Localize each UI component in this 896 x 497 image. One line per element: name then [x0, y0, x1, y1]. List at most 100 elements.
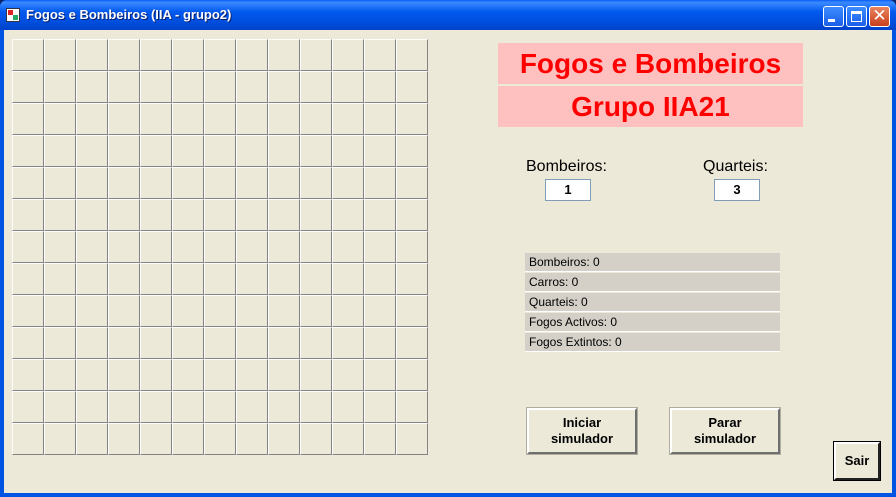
grid-cell[interactable] [140, 103, 172, 135]
grid-cell[interactable] [76, 263, 108, 295]
grid-cell[interactable] [332, 295, 364, 327]
grid-cell[interactable] [332, 231, 364, 263]
grid-cell[interactable] [396, 71, 428, 103]
grid-cell[interactable] [364, 71, 396, 103]
grid-cell[interactable] [364, 167, 396, 199]
grid-cell[interactable] [12, 39, 44, 71]
grid-cell[interactable] [268, 231, 300, 263]
grid-cell[interactable] [12, 135, 44, 167]
grid-cell[interactable] [268, 423, 300, 455]
grid-cell[interactable] [76, 391, 108, 423]
grid-cell[interactable] [236, 103, 268, 135]
stop-simulator-button[interactable]: Parar simulador [669, 407, 781, 455]
grid-cell[interactable] [364, 327, 396, 359]
grid-cell[interactable] [44, 39, 76, 71]
grid-cell[interactable] [172, 327, 204, 359]
grid-cell[interactable] [396, 135, 428, 167]
grid-cell[interactable] [300, 199, 332, 231]
grid-cell[interactable] [236, 199, 268, 231]
grid-cell[interactable] [76, 199, 108, 231]
grid-cell[interactable] [396, 199, 428, 231]
grid-cell[interactable] [204, 103, 236, 135]
grid-cell[interactable] [172, 295, 204, 327]
grid-cell[interactable] [204, 231, 236, 263]
grid-cell[interactable] [268, 327, 300, 359]
grid-cell[interactable] [204, 39, 236, 71]
start-simulator-button[interactable]: Iniciar simulador [526, 407, 638, 455]
grid-cell[interactable] [108, 295, 140, 327]
grid-cell[interactable] [76, 135, 108, 167]
grid-cell[interactable] [396, 39, 428, 71]
grid-cell[interactable] [172, 135, 204, 167]
grid-cell[interactable] [332, 39, 364, 71]
grid-cell[interactable] [12, 391, 44, 423]
grid-cell[interactable] [268, 263, 300, 295]
grid-cell[interactable] [204, 71, 236, 103]
app-icon[interactable] [6, 8, 20, 22]
grid-cell[interactable] [332, 327, 364, 359]
grid-cell[interactable] [140, 391, 172, 423]
grid-cell[interactable] [108, 359, 140, 391]
grid-cell[interactable] [300, 359, 332, 391]
grid-cell[interactable] [364, 199, 396, 231]
grid-cell[interactable] [140, 295, 172, 327]
grid-cell[interactable] [236, 167, 268, 199]
grid-cell[interactable] [364, 423, 396, 455]
grid-cell[interactable] [76, 167, 108, 199]
grid-cell[interactable] [44, 263, 76, 295]
grid-cell[interactable] [268, 135, 300, 167]
grid-cell[interactable] [172, 263, 204, 295]
grid-cell[interactable] [12, 295, 44, 327]
grid-cell[interactable] [396, 167, 428, 199]
grid-cell[interactable] [12, 103, 44, 135]
grid-cell[interactable] [108, 423, 140, 455]
grid-cell[interactable] [236, 295, 268, 327]
grid-cell[interactable] [300, 135, 332, 167]
grid-cell[interactable] [364, 231, 396, 263]
grid-cell[interactable] [44, 167, 76, 199]
grid-cell[interactable] [172, 199, 204, 231]
grid-cell[interactable] [364, 135, 396, 167]
grid-cell[interactable] [204, 295, 236, 327]
grid-cell[interactable] [268, 167, 300, 199]
grid-cell[interactable] [364, 103, 396, 135]
grid-cell[interactable] [300, 295, 332, 327]
grid-cell[interactable] [140, 231, 172, 263]
grid-cell[interactable] [140, 327, 172, 359]
grid-cell[interactable] [108, 39, 140, 71]
grid-cell[interactable] [364, 295, 396, 327]
grid-cell[interactable] [332, 135, 364, 167]
grid-cell[interactable] [204, 135, 236, 167]
maximize-button[interactable] [846, 6, 867, 27]
grid-cell[interactable] [108, 135, 140, 167]
grid-cell[interactable] [364, 263, 396, 295]
grid-cell[interactable] [44, 199, 76, 231]
grid-cell[interactable] [236, 135, 268, 167]
grid-cell[interactable] [108, 231, 140, 263]
grid-cell[interactable] [300, 71, 332, 103]
grid-cell[interactable] [204, 199, 236, 231]
grid-cell[interactable] [364, 39, 396, 71]
grid-cell[interactable] [76, 295, 108, 327]
grid-cell[interactable] [332, 167, 364, 199]
grid-cell[interactable] [172, 391, 204, 423]
grid-cell[interactable] [108, 327, 140, 359]
grid-cell[interactable] [332, 71, 364, 103]
minimize-button[interactable] [823, 6, 844, 27]
grid-cell[interactable] [268, 391, 300, 423]
grid-cell[interactable] [268, 295, 300, 327]
grid-cell[interactable] [300, 423, 332, 455]
grid-cell[interactable] [76, 103, 108, 135]
grid-cell[interactable] [300, 167, 332, 199]
grid-cell[interactable] [396, 391, 428, 423]
grid-cell[interactable] [44, 71, 76, 103]
grid-cell[interactable] [332, 423, 364, 455]
grid-cell[interactable] [332, 263, 364, 295]
bombeiros-input[interactable]: 1 [545, 179, 591, 201]
grid-cell[interactable] [44, 103, 76, 135]
grid-cell[interactable] [300, 263, 332, 295]
grid-cell[interactable] [76, 423, 108, 455]
grid-cell[interactable] [12, 423, 44, 455]
grid-cell[interactable] [12, 167, 44, 199]
grid-cell[interactable] [236, 327, 268, 359]
